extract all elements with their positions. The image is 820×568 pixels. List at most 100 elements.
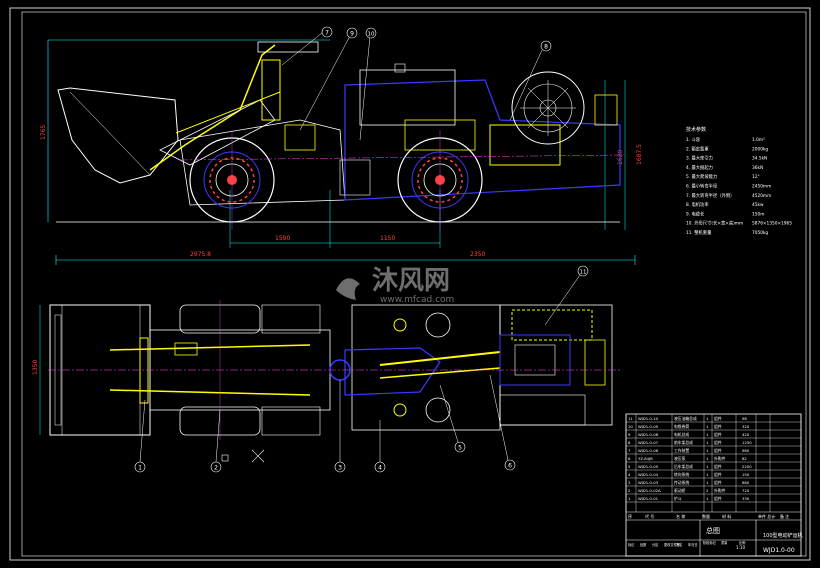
- parts-cell: 1: [706, 456, 709, 461]
- parts-cell: 6: [628, 456, 631, 461]
- parts-cell: 10: [628, 424, 633, 429]
- balloon-11: 11: [544, 265, 589, 326]
- dim-rear-overhang: 2350: [470, 251, 485, 258]
- parts-cell: 液压油箱总成: [674, 416, 697, 421]
- svg-text:5: 5: [458, 445, 462, 452]
- parts-cell: 320: [742, 424, 750, 429]
- dim-right-height-b: 1687.5: [636, 144, 643, 165]
- parts-header-cell: 名 称: [676, 513, 685, 519]
- svg-text:9: 9: [350, 31, 354, 38]
- parts-cell: 3: [628, 480, 631, 485]
- drawing-name: 总图: [706, 526, 720, 535]
- parts-cell: 1: [706, 416, 709, 421]
- cad-drawing-canvas: 2975.8 1590 1150 2350 1765 1620 1687.5 7…: [9, 7, 811, 561]
- parts-cell: 电机总成: [674, 432, 689, 437]
- parts-header-cell: 备 注: [780, 513, 789, 519]
- parts-cell: 1250: [742, 440, 752, 445]
- svg-text:3: 3: [338, 465, 342, 472]
- parts-cell: 电缆卷筒: [674, 424, 689, 429]
- spec-value: 36kN: [752, 165, 763, 171]
- svg-text:6: 6: [508, 463, 512, 470]
- balloon-7: 7: [281, 26, 333, 66]
- parts-cell: 组件: [714, 480, 722, 485]
- sign-label: 处数: [640, 542, 647, 547]
- parts-cell: WJD1.0-03: [638, 480, 659, 485]
- dim-left-height: 1765: [40, 125, 47, 140]
- watermark-brand: 沐风网: [372, 266, 450, 296]
- parts-cell: WJD1.0-08: [638, 432, 659, 437]
- parts-cell: WJD1.0-01: [638, 496, 659, 501]
- parts-cell: WJD1.0-02A: [638, 488, 661, 493]
- stage-label: 比例: [739, 540, 745, 545]
- spec-title: 技术参数: [686, 126, 706, 133]
- dim-overall-length: 2975.8: [190, 251, 211, 258]
- balloon-9: 9: [299, 27, 358, 131]
- parts-cell: WJD1.0-04: [638, 472, 659, 477]
- svg-text:7: 7: [325, 30, 329, 37]
- watermark-logo: 沐风网 www.mfcad.com: [336, 266, 454, 305]
- parts-cell: 9: [628, 432, 631, 437]
- spec-label: 4. 最大掘起力: [686, 164, 713, 171]
- spec-value: 45kw: [752, 202, 764, 208]
- parts-cell: WJD1.0-09: [638, 424, 659, 429]
- parts-cell: 组件: [714, 440, 722, 445]
- parts-cell: 外购件: [714, 488, 726, 493]
- spec-label: 2. 额定载重: [686, 145, 709, 152]
- parts-cell: 组件: [714, 472, 722, 477]
- parts-cell: WJD1.0-07: [638, 440, 659, 445]
- parts-cell: 组件: [714, 448, 722, 453]
- parts-cell: 工作装置: [674, 448, 689, 453]
- side-view: 2975.8 1590 1150 2350 1765 1620 1687.5 7…: [40, 26, 643, 265]
- balloon-4: 4: [374, 420, 386, 473]
- parts-cell: 后车架总成: [674, 464, 693, 469]
- svg-text:4: 4: [378, 465, 382, 472]
- spec-value: 150m: [752, 211, 764, 217]
- title-block: 11 WJD1.0-10 液压油箱总成 1 组件 9810 WJD1.0-09 电缆卷筒 1 组件…: [625, 413, 803, 557]
- svg-text:8: 8: [544, 44, 548, 51]
- parts-cell: 驱动桥: [674, 488, 686, 493]
- spec-list: 技术参数 1. 斗容 1.0m³ 2. 额定载重 2000kg 3. 最大牵引力 34.5…: [686, 126, 792, 236]
- sign-label: 分区: [652, 542, 659, 547]
- parts-cell: 1: [706, 464, 709, 469]
- parts-cell: 组件: [714, 432, 722, 437]
- dim-top-width: 1350: [32, 360, 39, 375]
- parts-cell: 转向系统: [674, 472, 689, 477]
- parts-cell: WJD1.0-05: [638, 464, 659, 469]
- spec-value: 1.0m³: [752, 137, 765, 143]
- parts-cell: 680: [742, 480, 750, 485]
- balloon-6: 6: [489, 374, 516, 471]
- spec-label: 7. 最大转弯半径（外侧）: [686, 192, 734, 199]
- spec-value: 2450mm: [752, 184, 771, 190]
- parts-cell: 1: [706, 440, 709, 445]
- parts-cell: 82: [742, 456, 747, 461]
- parts-cell: 1: [706, 432, 709, 437]
- sign-label: 标记: [628, 542, 635, 547]
- parts-cell: 150: [742, 472, 750, 477]
- spec-value: 12°: [752, 174, 760, 180]
- parts-cell: 组件: [714, 416, 722, 421]
- sign-label: 年月日: [688, 542, 698, 547]
- parts-cell: 720: [742, 488, 750, 493]
- parts-header-cell: 序: [628, 513, 632, 519]
- spec-label: 6. 最小转弯半径: [686, 183, 718, 190]
- parts-cell: 420: [742, 432, 750, 437]
- dim-wheelbase-right: 1150: [380, 235, 395, 242]
- balloon-3: 3: [334, 380, 346, 473]
- top-view: 1350 1 2 3 4 5 6 11: [32, 265, 620, 473]
- stage-label: 阶段标记: [703, 540, 717, 545]
- spec-value: 5876×1350×1965: [752, 221, 792, 227]
- parts-header-cell: 代 号: [645, 513, 654, 519]
- parts-cell: 11: [628, 416, 633, 421]
- parts-cell: 1: [706, 472, 709, 477]
- balloon-2: 2: [210, 409, 222, 473]
- spec-value: 2000kg: [752, 146, 768, 152]
- parts-cell: YZ-84JB: [638, 456, 653, 461]
- scale-value: 1:10: [736, 545, 745, 550]
- parts-cell: 330: [742, 496, 750, 501]
- spec-value: 7050kg: [752, 230, 768, 236]
- parts-cell: 1: [628, 496, 631, 501]
- parts-header-cell: 材 料: [722, 513, 731, 519]
- parts-cell: 组件: [714, 496, 722, 501]
- spec-label: 8. 电机功率: [686, 201, 709, 208]
- parts-cell: 7: [628, 448, 631, 453]
